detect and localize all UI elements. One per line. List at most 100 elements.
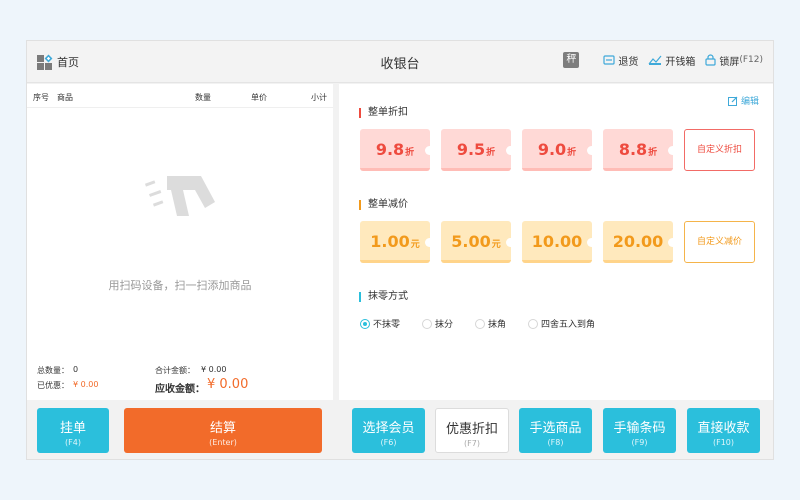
coupon-notch <box>587 146 592 155</box>
pick-goods-button[interactable]: 手选商品 (F8) <box>519 408 592 453</box>
amount-due-label: 应收金额： <box>155 384 205 395</box>
rounding-option-none[interactable]: 不抹零 <box>360 317 400 330</box>
reduce-coupon-10[interactable]: 10.00 <box>522 221 592 263</box>
direct-label: 直接收款 <box>697 421 750 436</box>
discount-unit: 折 <box>648 148 658 158</box>
return-icon <box>603 55 615 65</box>
hold-order-button[interactable]: 挂单 (F4) <box>37 408 109 453</box>
edit-icon <box>727 96 738 106</box>
cart-summary: 总数量： 0 已优惠： ¥ 0.00 合计金额： ¥ 0.00 应收金额： ¥ … <box>27 351 333 400</box>
header-actions: 秤 退货 开钱箱 锁屏 (F12) <box>563 52 763 68</box>
reduce-value: 1.00 <box>370 232 410 251</box>
cart-table-header: 序号 商品 数量 单价 小计 <box>27 84 333 108</box>
direct-shortcut: (F10) <box>712 438 735 447</box>
pick-goods-shortcut: (F8) <box>547 438 564 447</box>
rounding-option-label: 抹分 <box>435 320 454 330</box>
scanner-icon <box>144 176 215 216</box>
cashbox-label: 开钱箱 <box>665 56 696 68</box>
discount-coupon-98[interactable]: 9.8折 <box>360 129 430 171</box>
discount-value: 8.8 <box>618 140 648 159</box>
discount-coupon-95[interactable]: 9.5折 <box>441 129 511 171</box>
scale-icon[interactable]: 秤 <box>563 52 580 68</box>
apps-grid-icon <box>37 54 53 70</box>
discount-tab-button[interactable]: 优惠折扣 (F7) <box>435 408 509 453</box>
enter-barcode-button[interactable]: 手输条码 (F9) <box>603 408 676 453</box>
reduce-unit: 元 <box>491 240 501 250</box>
col-price: 单价 <box>251 93 267 102</box>
coupon-notch <box>506 238 511 247</box>
reduce-coupon-20[interactable]: 20.00 <box>603 221 673 263</box>
return-label: 退货 <box>618 56 639 68</box>
open-cashbox-button[interactable]: 开钱箱 <box>648 53 695 68</box>
discount-value: 9.8 <box>375 140 405 159</box>
radio-dot <box>360 318 370 329</box>
rounding-option-label: 抹角 <box>488 320 507 330</box>
discount-unit: 折 <box>486 148 496 158</box>
whole-discount-title: 整单折扣 <box>359 108 408 118</box>
cashbox-icon <box>648 55 662 65</box>
rounding-option-round[interactable]: 四舍五入到角 <box>528 317 595 330</box>
radio-dot <box>422 318 433 329</box>
barcode-label: 手输条码 <box>613 421 666 436</box>
col-product: 商品 <box>57 93 73 102</box>
cashier-window: 首页 收银台 秤 退货 开钱箱 锁屏 (F12) 序号 商品 数量 单价 小计 … <box>26 40 774 460</box>
home-button[interactable]: 首页 <box>37 54 79 70</box>
discount-value: 9.5 <box>456 140 486 159</box>
radio-dot <box>475 318 486 329</box>
reduce-value: 5.00 <box>451 232 491 251</box>
custom-reduce-button[interactable]: 自定义减价 <box>684 221 755 263</box>
radio-dot <box>528 318 539 329</box>
rounding-option-label: 四舍五入到角 <box>541 320 596 330</box>
lock-icon <box>705 54 716 66</box>
discount-coupon-88[interactable]: 8.8折 <box>603 129 673 171</box>
discount-unit: 折 <box>405 148 415 158</box>
hold-label: 挂单 <box>59 421 86 436</box>
reduce-coupon-1[interactable]: 1.00元 <box>360 221 430 263</box>
rounding-option-jiao[interactable]: 抹角 <box>475 317 506 330</box>
lock-shortcut: (F12) <box>739 55 763 65</box>
discount-btn-shortcut: (F7) <box>464 439 480 448</box>
custom-discount-button[interactable]: 自定义折扣 <box>684 129 755 171</box>
discounted-value: ¥ 0.00 <box>73 380 99 389</box>
col-subtotal: 小计 <box>311 93 327 102</box>
hold-shortcut: (F4) <box>65 438 81 447</box>
col-index: 序号 <box>33 93 49 102</box>
lock-screen-button[interactable]: 锁屏 (F12) <box>705 53 763 68</box>
coupon-notch <box>587 238 592 247</box>
discount-unit: 折 <box>567 148 577 158</box>
total-qty-label: 总数量： <box>37 366 69 375</box>
return-button[interactable]: 退货 <box>603 53 638 68</box>
reduce-coupon-5[interactable]: 5.00元 <box>441 221 511 263</box>
discount-panel: 编辑 整单折扣 9.8折 9.5折 9.0折 8.8折 自定义折扣 整单减价 1… <box>339 84 773 400</box>
member-shortcut: (F6) <box>380 438 397 447</box>
whole-reduce-title: 整单减价 <box>359 200 408 210</box>
rounding-title: 抹零方式 <box>359 292 408 302</box>
coupon-notch <box>425 146 430 155</box>
rounding-option-label: 不抹零 <box>373 320 401 330</box>
direct-payment-button[interactable]: 直接收款 (F10) <box>687 408 760 453</box>
reduce-unit: 元 <box>410 240 420 250</box>
rounding-options: 不抹零 抹分 抹角 四舍五入到角 <box>360 317 617 330</box>
total-qty-value: 0 <box>73 365 79 374</box>
checkout-shortcut: (Enter) <box>209 438 237 447</box>
discounted-label: 已优惠： <box>37 381 69 390</box>
col-qty: 数量 <box>195 93 211 102</box>
checkout-button[interactable]: 结算 (Enter) <box>124 408 322 453</box>
rounding-option-fen[interactable]: 抹分 <box>422 317 453 330</box>
reduce-value: 20.00 <box>612 232 664 251</box>
total-amount-value: ¥ 0.00 <box>201 365 227 374</box>
amount-due-value: ¥ 0.00 <box>207 377 249 392</box>
discount-value: 9.0 <box>537 140 567 159</box>
member-label: 选择会员 <box>362 421 415 436</box>
home-label: 首页 <box>57 56 79 69</box>
select-member-button[interactable]: 选择会员 (F6) <box>352 408 425 453</box>
coupon-notch <box>668 146 673 155</box>
coupon-notch <box>506 146 511 155</box>
empty-cart-hint: 用扫码设备，扫一扫添加商品 <box>108 279 252 292</box>
edit-button[interactable]: 编辑 <box>727 94 759 107</box>
discount-coupon-90[interactable]: 9.0折 <box>522 129 592 171</box>
checkout-label: 结算 <box>209 421 236 436</box>
coupon-notch <box>668 238 673 247</box>
total-amount-label: 合计金额： <box>155 366 195 375</box>
discount-btn-label: 优惠折扣 <box>445 422 498 437</box>
